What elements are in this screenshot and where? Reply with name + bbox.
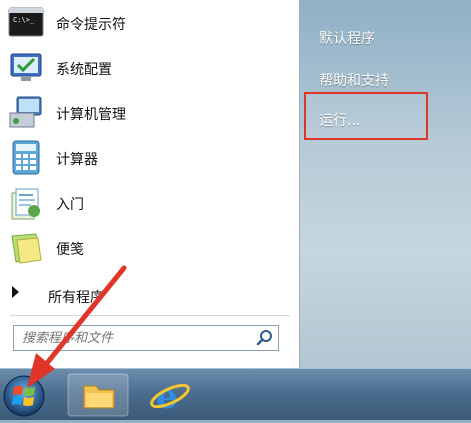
cmd-icon: C:\>_ [8,5,44,41]
taskbar: e [0,368,471,420]
taskbar-button-ie[interactable]: e [138,372,202,418]
program-label: 计算器 [56,152,98,168]
start-menu-places-panel: 默认程序 帮助和支持 运行... [300,0,471,368]
menu-item-help-support[interactable]: 帮助和支持 [319,70,389,90]
program-item-sticky-notes[interactable]: 便笺 [4,227,294,269]
program-item-cmd[interactable]: C:\>_ 命令提示符 [4,2,294,44]
all-programs-button[interactable]: 所有程序 [6,281,294,309]
program-item-computer-management[interactable]: 计算机管理 [4,92,294,134]
divider [10,315,290,316]
program-item-calculator[interactable]: 计算器 [4,137,294,179]
program-label: 入门 [56,197,84,213]
program-item-getting-started[interactable]: 入门 [4,182,294,224]
taskbar-button-explorer[interactable] [66,372,130,418]
start-menu-programs-panel: C:\>_ 命令提示符 系统配置 计算机管理 计算器 入门 便笺 所有程序 搜索… [0,0,300,368]
program-label: 计算机管理 [56,107,126,123]
svg-text:C:\>_: C:\>_ [13,16,35,24]
run-highlight-box [304,92,428,140]
program-item-system-config[interactable]: 系统配置 [4,47,294,89]
computer-management-icon [8,95,44,131]
sticky-notes-icon [8,230,44,266]
program-label: 便笺 [56,242,84,258]
search-box[interactable] [13,325,279,351]
internet-explorer-icon: e [138,377,202,422]
search-input[interactable] [14,326,250,350]
windows-explorer-icon [66,373,130,422]
getting-started-icon [8,185,44,221]
start-button[interactable] [0,372,52,419]
program-label: 命令提示符 [56,17,126,33]
svg-text:e: e [156,377,178,417]
program-label: 系统配置 [56,62,112,78]
menu-item-default-programs[interactable]: 默认程序 [319,28,375,48]
triangle-right-icon [12,286,19,298]
calculator-icon [8,140,44,176]
windows-logo-icon [0,375,52,423]
search-icon[interactable] [256,329,274,347]
system-config-icon [8,50,44,86]
all-programs-label: 所有程序 [48,290,104,306]
